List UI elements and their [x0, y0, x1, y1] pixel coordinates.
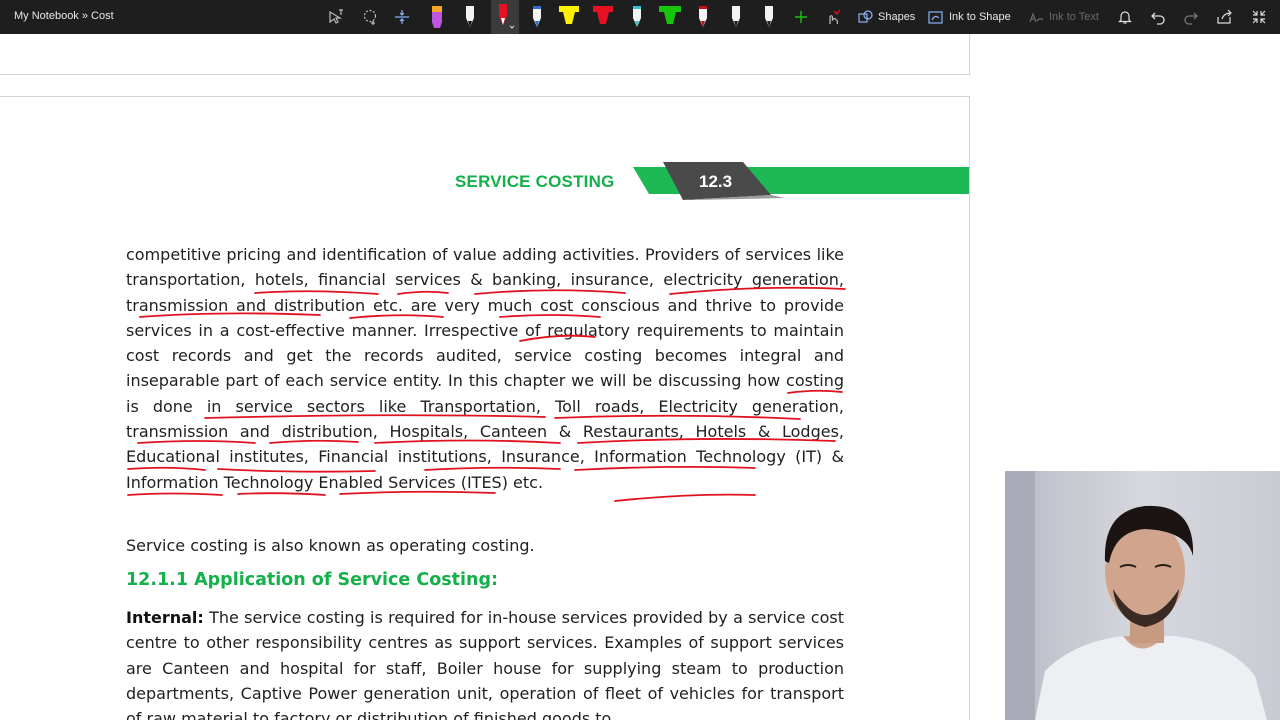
blue-pen-icon[interactable]: [526, 0, 548, 34]
section-title: SERVICE COSTING: [455, 172, 615, 191]
redo-icon[interactable]: [1180, 0, 1202, 34]
undo-icon[interactable]: [1147, 0, 1169, 34]
lasso-select-icon[interactable]: [324, 0, 348, 34]
section-banner: [633, 162, 969, 200]
add-pen-icon[interactable]: [790, 0, 812, 34]
ink-to-shape-button[interactable]: Ink to Shape: [928, 0, 1011, 34]
red-pen-icon[interactable]: [491, 0, 519, 34]
add-space-icon[interactable]: [390, 0, 414, 34]
cyan-pen-icon[interactable]: [626, 0, 648, 34]
dark-red-pen-icon[interactable]: [692, 0, 714, 34]
bell-icon[interactable]: [1114, 0, 1136, 34]
black-pen-3-icon[interactable]: [758, 0, 780, 34]
fullscreen-collapse-icon[interactable]: [1248, 0, 1270, 34]
body-paragraph-1: competitive pricing and identification o…: [126, 245, 844, 492]
lasso-add-icon[interactable]: [358, 0, 382, 34]
section-number: 12.3: [699, 172, 733, 191]
black-pen-2-icon[interactable]: [725, 0, 747, 34]
subsection-heading: 12.1.1 Application of Service Costing:: [126, 570, 499, 590]
ink-to-shape-label: Ink to Shape: [949, 11, 1011, 23]
title-toolbar-bar: My Notebook » Cost Shapes Ink to Shape I…: [0, 0, 1280, 34]
yellow-highlighter-icon[interactable]: [556, 0, 582, 34]
shapes-button[interactable]: Shapes: [858, 0, 915, 34]
purple-highlighter-icon[interactable]: [426, 0, 448, 34]
body-paragraph-3-text: The service costing is required for in-h…: [126, 608, 844, 720]
touch-draw-icon[interactable]: [822, 0, 844, 34]
body-paragraph-3: Internal: The service costing is require…: [126, 605, 844, 720]
green-highlighter-icon[interactable]: [656, 0, 684, 34]
internal-label: Internal:: [126, 608, 204, 627]
red-highlighter-icon[interactable]: [590, 0, 616, 34]
webcam-video-overlay: [1005, 471, 1280, 720]
share-icon[interactable]: [1213, 0, 1235, 34]
shapes-icon: [858, 9, 873, 23]
black-pen-icon[interactable]: [459, 0, 481, 34]
previous-page: [0, 34, 970, 75]
document-page[interactable]: SERVICE COSTING 12.3 competitive pricing…: [0, 96, 970, 720]
ink-to-text-icon: [1029, 11, 1044, 22]
notebook-breadcrumb[interactable]: My Notebook » Cost: [14, 10, 114, 22]
body-paragraph-2: Service costing is also known as operati…: [126, 536, 535, 555]
ink-to-shape-icon: [928, 10, 943, 24]
notebook-canvas[interactable]: SERVICE COSTING 12.3 competitive pricing…: [0, 34, 1280, 720]
ink-to-text-button[interactable]: Ink to Text: [1028, 0, 1099, 34]
ink-to-text-label: Ink to Text: [1049, 11, 1099, 23]
shapes-label: Shapes: [878, 11, 916, 23]
